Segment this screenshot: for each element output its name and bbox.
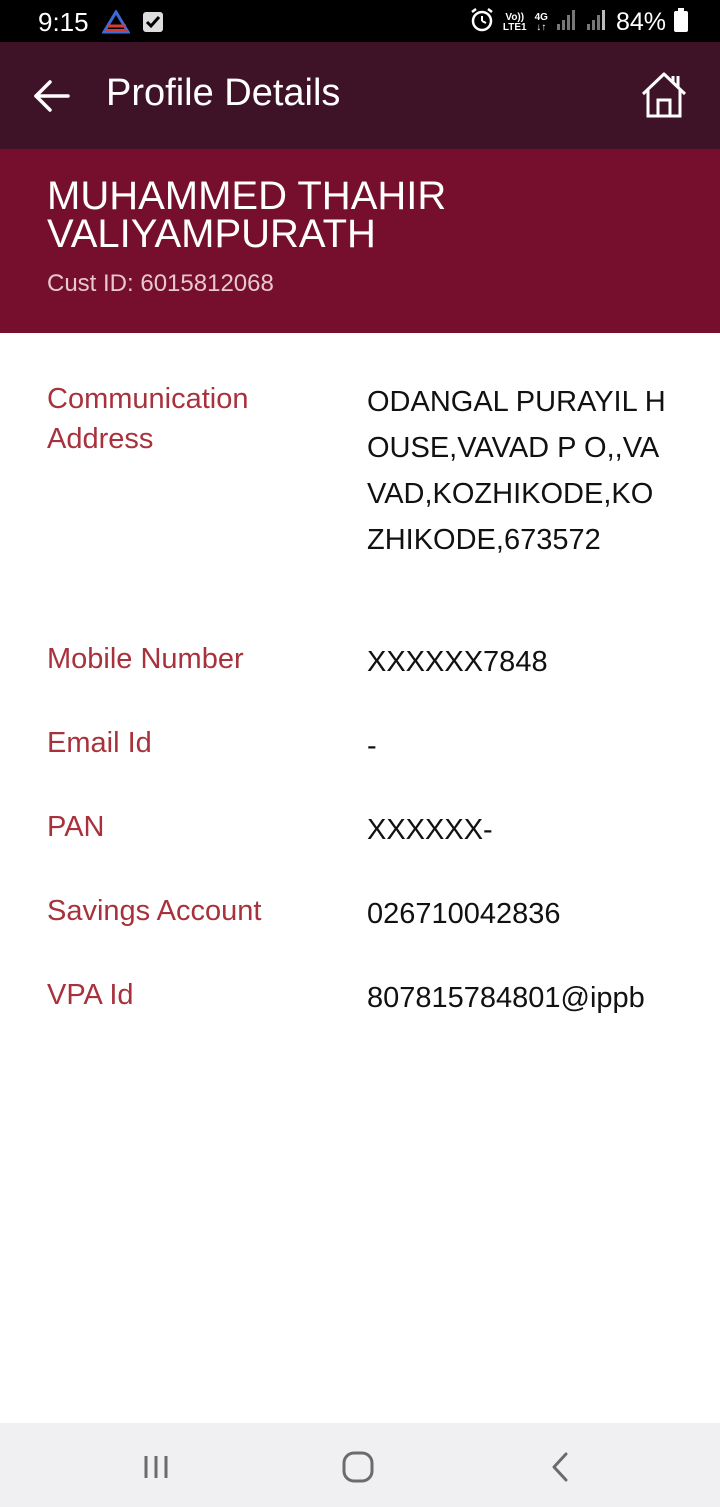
battery-percent: 84%: [615, 8, 666, 36]
vpa-value: 807815784801@ippb: [367, 982, 645, 1014]
pan-label: PAN: [47, 811, 105, 843]
status-left-icons: [101, 9, 164, 39]
alarm-icon: [469, 7, 495, 38]
network-indicator: 4G ↓↑: [534, 11, 548, 33]
status-right: Vo)) LTE1 4G ↓↑ 84%: [469, 7, 688, 38]
carrier-logo-icon: [101, 9, 131, 39]
savings-value: 026710042836: [367, 898, 561, 930]
system-nav-bar: [0, 1423, 720, 1507]
status-time: 9:15: [38, 7, 89, 37]
customer-id: Cust ID: 6015812068: [47, 270, 274, 297]
checkbox-notification-icon: [142, 11, 164, 38]
app-bar: Profile Details: [0, 42, 720, 149]
vpa-label: VPA Id: [47, 979, 134, 1011]
email-label: Email Id: [47, 727, 152, 759]
volte-text: Vo)): [505, 11, 525, 23]
mobile-label: Mobile Number: [47, 643, 244, 675]
profile-header: MUHAMMED THAHIR VALIYAMPURATH Cust ID: 6…: [0, 149, 720, 333]
page-title: Profile Details: [106, 72, 341, 114]
arrow-left-icon: [34, 80, 70, 112]
back-nav-button[interactable]: [540, 1447, 580, 1487]
signal-icon-2: [586, 9, 608, 36]
status-bar: 9:15 Vo)) LTE1 4G ↓↑ 84%: [0, 0, 720, 42]
back-chevron-icon: [552, 1452, 568, 1482]
recent-apps-icon: [144, 1456, 168, 1478]
customer-name: MUHAMMED THAHIR VALIYAMPURATH: [47, 174, 447, 256]
email-value: -: [367, 730, 377, 762]
savings-label: Savings Account: [47, 895, 262, 927]
signal-icon: [556, 9, 578, 36]
recent-apps-button[interactable]: [136, 1447, 176, 1487]
home-button[interactable]: [640, 70, 688, 120]
volte-indicator: Vo)) LTE1: [502, 11, 527, 33]
mobile-value: XXXXXX7848: [367, 646, 548, 678]
pan-value: XXXXXX-: [367, 814, 493, 846]
lte-text: LTE1: [502, 21, 527, 33]
network-type-text: 4G: [534, 11, 548, 23]
address-value: ODANGAL PURAYIL HOUSE,VAVAD P O,,VAVAD,K…: [367, 386, 666, 556]
home-circle-icon: [342, 1451, 374, 1483]
home-nav-button[interactable]: [338, 1447, 378, 1487]
back-button[interactable]: [30, 74, 74, 118]
battery-icon: [674, 8, 688, 37]
data-arrows-icon: ↓↑: [536, 21, 547, 33]
address-label: Communication Address: [47, 383, 249, 455]
home-icon: [641, 72, 687, 118]
